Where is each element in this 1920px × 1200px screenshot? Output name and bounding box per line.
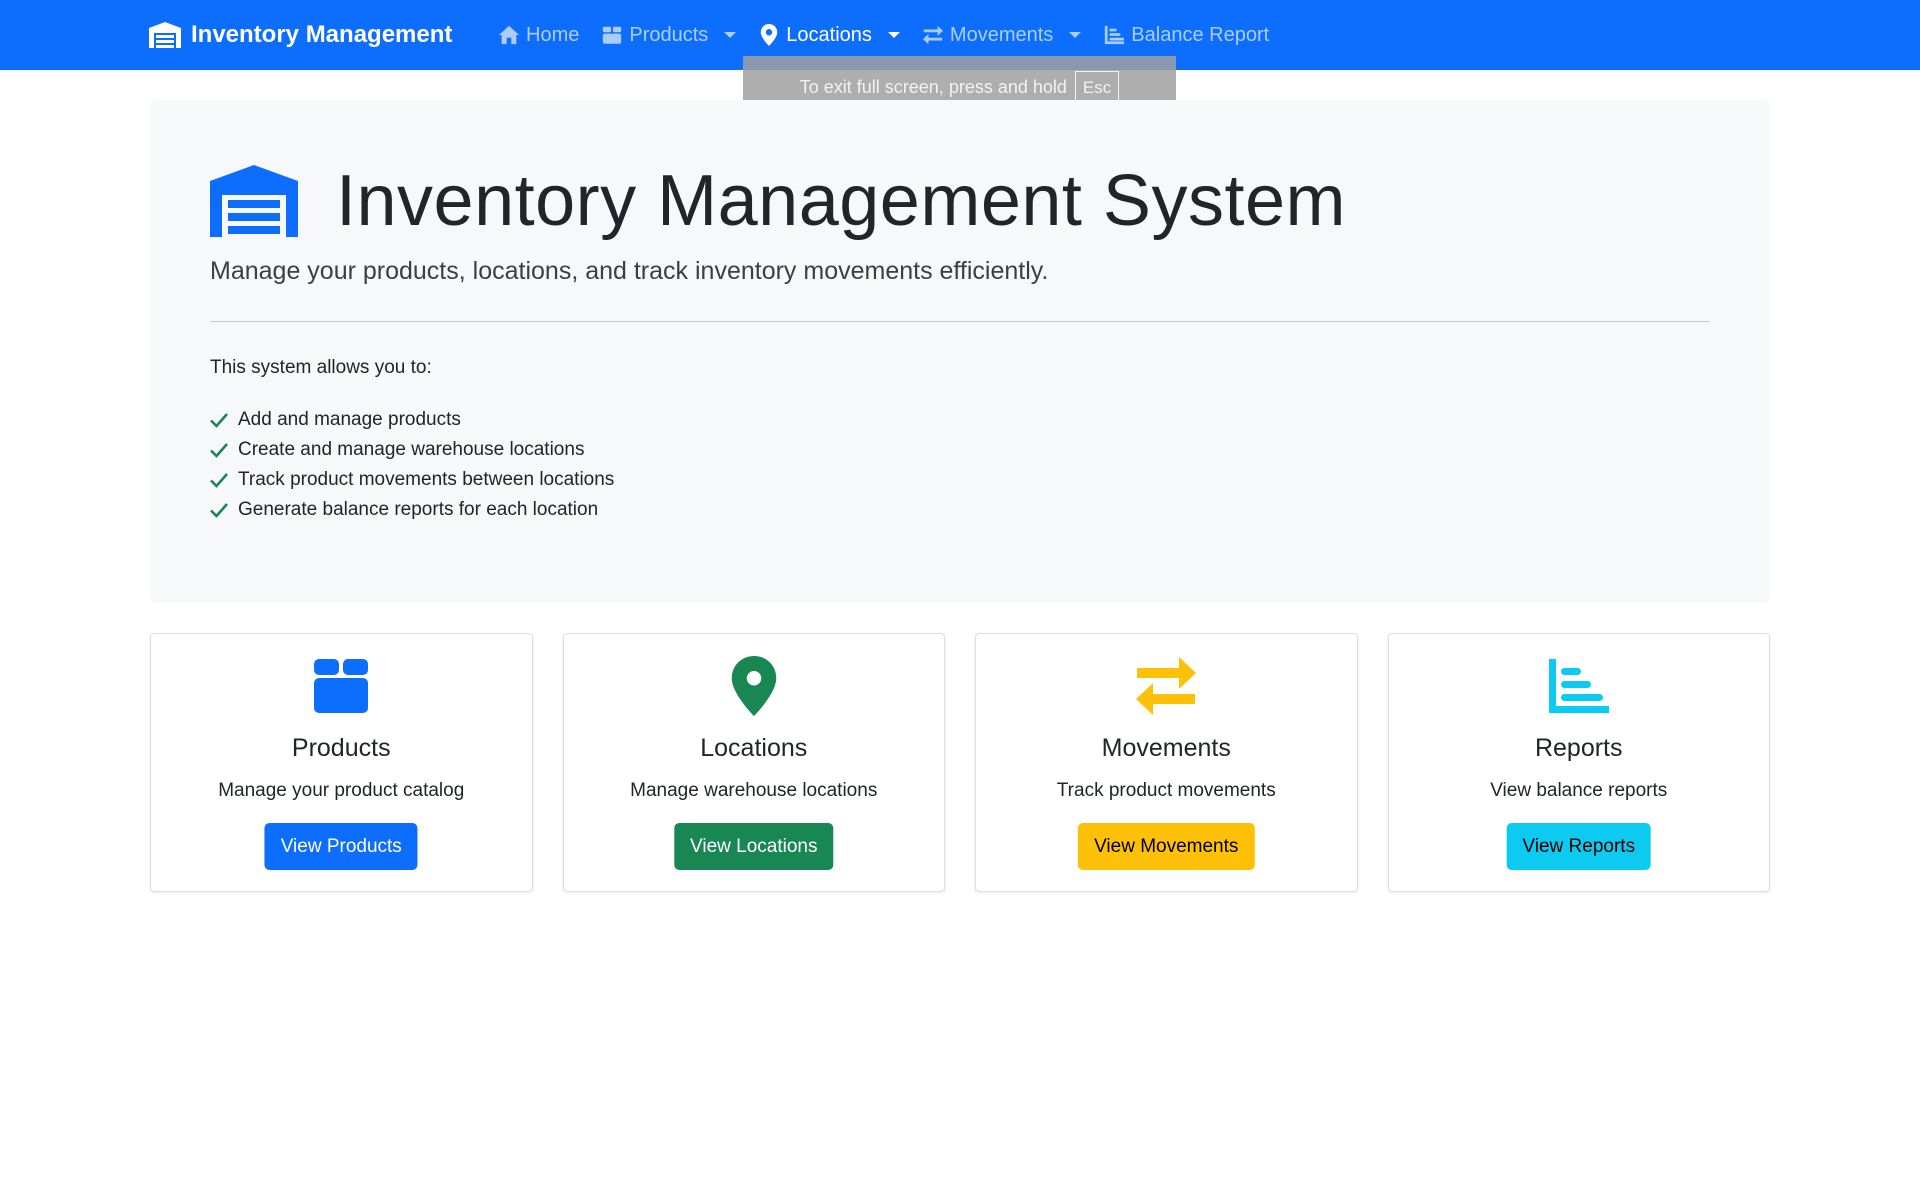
hero-section: Inventory Management System Manage your … <box>150 100 1770 603</box>
exchange-arrows-icon <box>1136 657 1197 715</box>
fullscreen-notice-text: To exit full screen, press and hold <box>799 76 1067 97</box>
check-icon <box>210 443 228 458</box>
card-description: Manage your product catalog <box>218 780 465 801</box>
chevron-down-icon <box>1069 32 1082 38</box>
feature-text: Create and manage warehouse locations <box>238 439 585 460</box>
check-icon <box>210 473 228 488</box>
card-description: Manage warehouse locations <box>630 780 878 801</box>
nav-item-label: Products <box>629 23 709 46</box>
exchange-arrows-icon <box>922 25 944 45</box>
navbar-brand[interactable]: Inventory Management <box>149 0 452 70</box>
view-locations-button[interactable]: View Locations <box>674 823 834 870</box>
feature-text: Add and manage products <box>238 409 461 430</box>
bar-chart-icon <box>1105 25 1125 45</box>
card-title: Reports <box>1534 734 1623 762</box>
card-products: Products Manage your product catalog Vie… <box>150 633 533 892</box>
view-products-button[interactable]: View Products <box>264 823 418 870</box>
brand-label: Inventory Management <box>191 21 453 48</box>
hero-heading: Inventory Management System <box>210 160 1346 242</box>
warehouse-icon <box>210 165 298 237</box>
page-title: Inventory Management System <box>336 161 1346 241</box>
warehouse-icon <box>149 22 181 48</box>
card-title: Products <box>291 734 391 762</box>
nav-item-movements[interactable]: Movements <box>922 23 1082 47</box>
chevron-down-icon <box>724 32 737 38</box>
view-reports-button[interactable]: View Reports <box>1506 823 1652 870</box>
home-icon <box>498 25 520 45</box>
list-item: Generate balance reports for each locati… <box>210 495 614 525</box>
check-icon <box>210 503 228 518</box>
list-item: Add and manage products <box>210 405 614 435</box>
divider <box>210 321 1710 322</box>
card-locations: Locations Manage warehouse locations Vie… <box>562 633 945 892</box>
check-icon <box>210 413 228 428</box>
box-icon <box>603 26 622 44</box>
nav-item-products[interactable]: Products <box>601 23 737 47</box>
feature-text: Track product movements between location… <box>238 469 615 490</box>
feature-cards: Products Manage your product catalog Vie… <box>150 633 1770 892</box>
hero-intro: This system allows you to: <box>210 357 432 378</box>
card-movements: Movements Track product movements View M… <box>975 633 1358 892</box>
hero-lead: Manage your products, locations, and tra… <box>210 257 1049 285</box>
list-item: Track product movements between location… <box>210 465 614 495</box>
bar-chart-icon <box>1548 659 1609 713</box>
map-pin-icon <box>731 656 777 716</box>
card-title: Locations <box>700 734 808 762</box>
card-title: Movements <box>1101 734 1231 762</box>
nav-item-balance-report[interactable]: Balance Report <box>1103 24 1269 47</box>
list-item: Create and manage warehouse locations <box>210 435 614 465</box>
esc-key-badge: Esc <box>1074 70 1120 104</box>
view-movements-button[interactable]: View Movements <box>1078 823 1255 870</box>
card-description: Track product movements <box>1056 780 1276 801</box>
card-reports: Reports View balance reports View Report… <box>1387 633 1770 892</box>
map-pin-icon <box>761 24 778 46</box>
box-icon <box>314 659 369 713</box>
nav-item-label: Home <box>526 23 580 46</box>
nav-item-label: Balance Report <box>1131 23 1270 46</box>
feature-text: Generate balance reports for each locati… <box>238 499 599 520</box>
nav-item-label: Movements <box>949 23 1054 46</box>
card-description: View balance reports <box>1490 780 1668 801</box>
nav-item-locations[interactable]: Locations <box>758 24 900 47</box>
nav-item-label: Locations <box>786 23 872 46</box>
nav-item-home[interactable]: Home <box>498 24 579 47</box>
chevron-down-icon <box>887 32 900 38</box>
feature-list: Add and manage products Create and manag… <box>210 405 614 525</box>
